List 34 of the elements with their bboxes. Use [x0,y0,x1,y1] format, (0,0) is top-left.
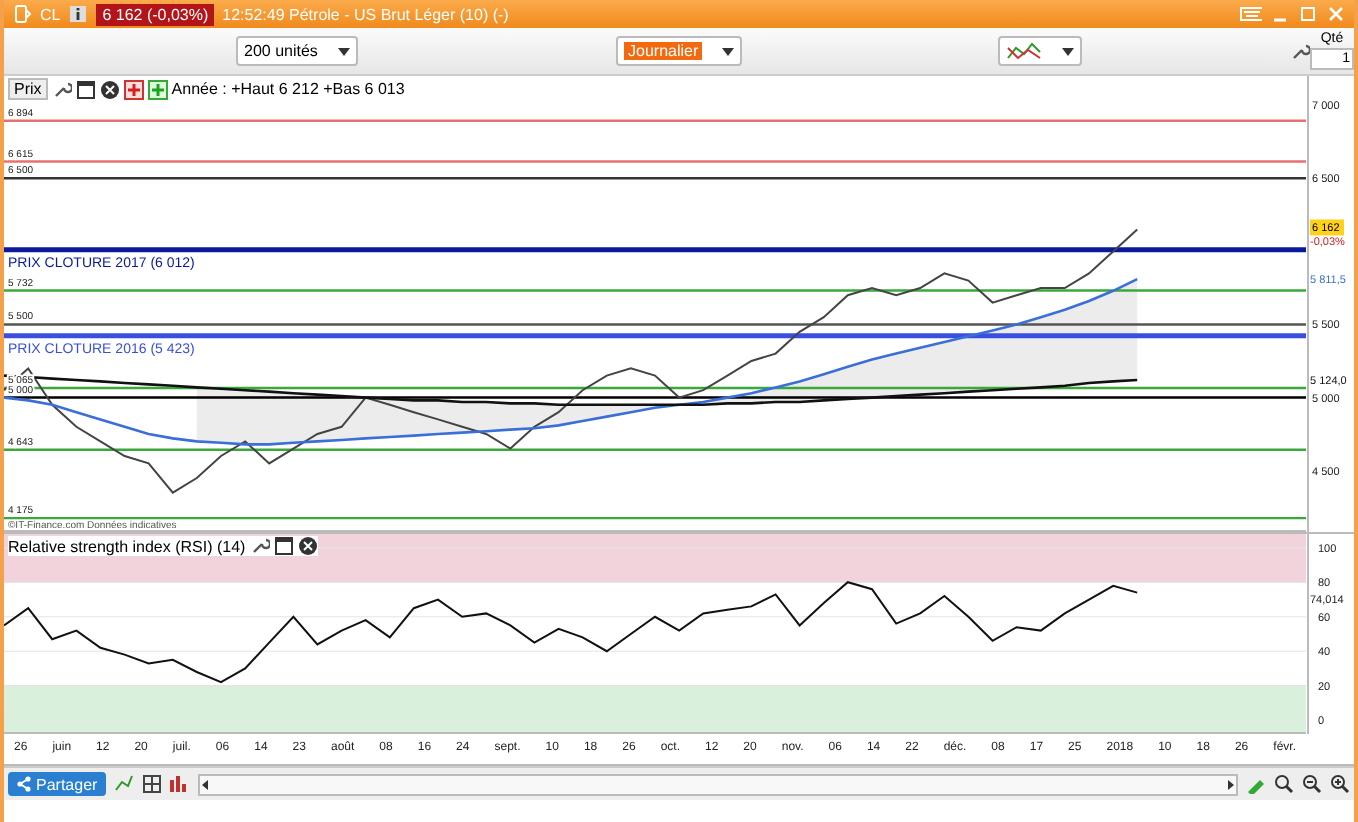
zoom-in-icon[interactable] [1330,774,1350,794]
caret-icon [1062,47,1074,55]
year-range-text: Année : +Haut 6 212 +Bas 6 013 [171,80,405,98]
share-button[interactable]: Partager [8,772,106,796]
price-button[interactable]: Prix [8,78,48,100]
share-icon [16,776,32,792]
price-quote: 6 162 (-0,03%) [96,3,215,25]
wrench-icon[interactable] [249,536,270,556]
quantity-select[interactable]: 200 unités [236,36,358,66]
indicator-icon[interactable] [113,774,134,794]
line-chart-icon [1006,41,1042,61]
chart-type-select[interactable] [998,36,1082,66]
pencil-icon[interactable] [1246,774,1266,794]
window-title: 12:52:49 Pétrole - US Brut Léger (10) (-) [222,5,509,23]
grid-icon[interactable] [141,774,162,794]
add-icon[interactable] [147,79,168,99]
caret-icon [722,47,735,55]
info-icon[interactable] [68,4,89,24]
scroll-left-icon[interactable] [199,777,212,791]
remove-icon[interactable] [99,79,120,99]
bar-chart-icon[interactable] [169,774,190,794]
zoom-fit-icon[interactable] [1274,774,1294,794]
zoom-out-icon[interactable] [1302,774,1322,794]
add-icon[interactable] [123,79,144,99]
wrench-icon[interactable] [1290,41,1310,61]
window-icon[interactable] [273,536,294,556]
wrench-icon[interactable] [51,79,72,99]
window-icon[interactable] [75,79,96,99]
symbol-label: CL [40,5,61,23]
indicator-title: Relative strength index (RSI) (14) [8,537,246,555]
scrollbar[interactable] [197,773,1238,795]
scroll-right-icon[interactable] [1224,777,1236,791]
remove-icon[interactable] [297,536,318,556]
caret-icon [337,47,350,55]
